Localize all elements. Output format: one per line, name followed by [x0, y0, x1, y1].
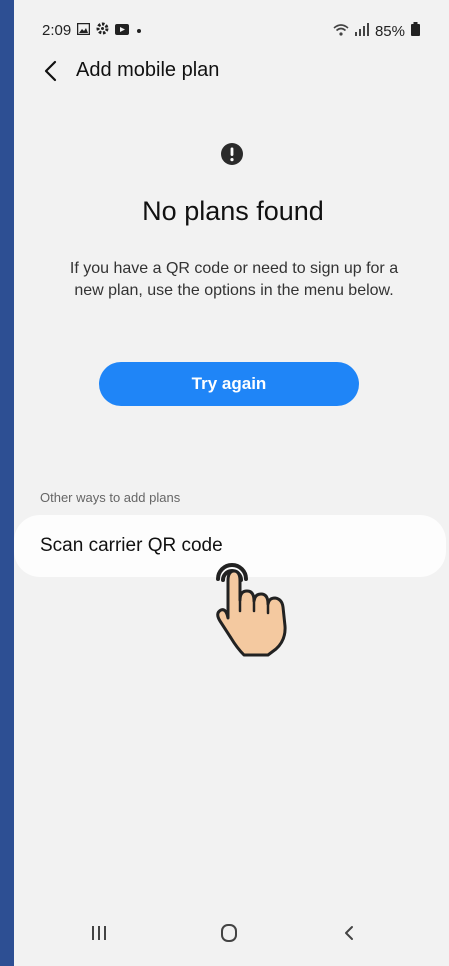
empty-state-title: No plans found	[142, 196, 324, 226]
status-time: 2:09	[42, 22, 72, 39]
signal-icon	[354, 22, 369, 40]
app-header: Add mobile plan	[14, 50, 449, 94]
dot-icon	[135, 22, 143, 39]
empty-state-description: If you have a QR code or need to sign up…	[69, 260, 399, 299]
page-title: Add mobile plan	[76, 59, 220, 81]
wifi-icon	[333, 23, 349, 40]
exclamation-icon	[220, 142, 244, 166]
phone-screen: 2:09 85% Add mobile plan No plans found …	[14, 0, 449, 966]
try-again-label: Try again	[191, 374, 267, 393]
video-icon	[115, 22, 130, 39]
home-icon[interactable]	[214, 922, 244, 944]
battery-percent: 85%	[374, 22, 405, 40]
section-label-other-ways: Other ways to add plans	[40, 490, 181, 505]
recent-apps-icon[interactable]	[84, 922, 114, 944]
gallery-icon	[76, 22, 91, 39]
back-arrow-icon[interactable]	[38, 56, 64, 86]
try-again-button[interactable]: Try again	[99, 362, 359, 406]
tap-hand-icon	[212, 556, 296, 658]
navigation-bar	[14, 900, 449, 966]
nav-back-icon[interactable]	[334, 922, 364, 944]
scan-qr-code-label: Scan carrier QR code	[40, 535, 223, 556]
settings-icon	[96, 22, 109, 39]
battery-icon	[411, 22, 420, 40]
